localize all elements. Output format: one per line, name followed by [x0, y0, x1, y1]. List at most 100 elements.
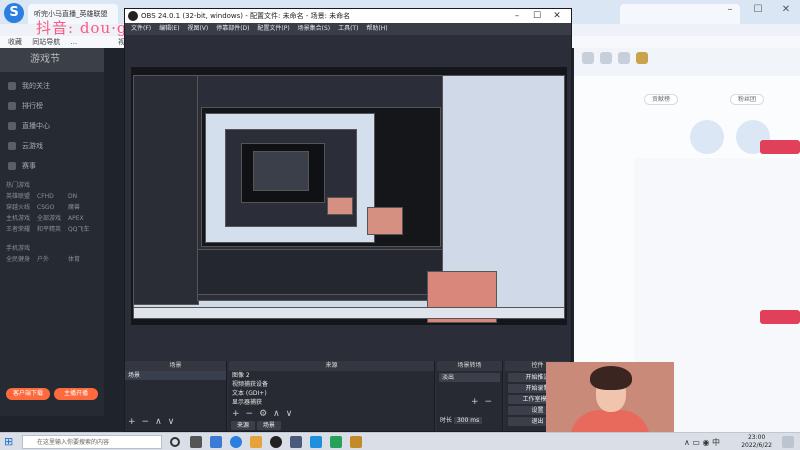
- source-item[interactable]: 文本 (GDI+): [229, 389, 434, 398]
- fans-button[interactable]: 粉丝团: [730, 94, 764, 105]
- down-icon[interactable]: ∨: [286, 409, 293, 419]
- scene-item[interactable]: 场景: [125, 371, 226, 380]
- clock-date: 2022/6/22: [741, 442, 772, 449]
- obs-app-icon[interactable]: [270, 436, 282, 448]
- share-icon[interactable]: [600, 52, 612, 64]
- sidebar-item-esports[interactable]: 赛事: [8, 160, 100, 172]
- room-toolbar: [574, 48, 800, 76]
- windows-taskbar: ⊞ 在这里输入你要搜索的内容 ∧ ▭ ◉ 中 23:00 2022/6/22: [0, 432, 800, 450]
- add-icon[interactable]: +: [232, 409, 240, 419]
- sidebar-item-cloud-game[interactable]: 云游戏: [8, 140, 100, 152]
- source-item[interactable]: 显示器捕获: [229, 398, 434, 407]
- source-item[interactable]: 图像 2: [229, 371, 434, 380]
- promo-badge[interactable]: [760, 310, 800, 324]
- crown-icon[interactable]: [636, 52, 648, 64]
- sidebar-item-center[interactable]: 直播中心: [8, 120, 100, 132]
- menu-file[interactable]: 文件(F): [131, 23, 151, 35]
- obs-preview[interactable]: [131, 67, 567, 325]
- minimize-icon[interactable]: –: [507, 9, 527, 23]
- up-icon[interactable]: ∧: [273, 409, 280, 419]
- cortana-icon[interactable]: [170, 437, 180, 447]
- duration-field[interactable]: 300 ms: [453, 417, 483, 424]
- windows-start-icon[interactable]: ⊞: [4, 436, 16, 448]
- promo-badge[interactable]: [760, 140, 800, 154]
- app-icon[interactable]: [330, 436, 342, 448]
- category-row: 英雄联盟 CFHD DN: [6, 193, 78, 200]
- app-icon[interactable]: [350, 436, 362, 448]
- chat-message: [638, 276, 788, 286]
- category-row: 穿越火线 CSGO 魔兽: [6, 204, 81, 211]
- chat-message: [638, 218, 788, 228]
- menu-view[interactable]: 视图(V): [187, 23, 208, 35]
- remove-icon[interactable]: −: [485, 397, 493, 407]
- gift-icon[interactable]: [618, 52, 630, 64]
- dock-tab-bar: 来源 场景: [231, 421, 281, 430]
- app-icon[interactable]: [310, 436, 322, 448]
- tray-icons[interactable]: ∧ ▭ ◉ 中: [684, 437, 720, 448]
- download-client-button[interactable]: 客户端下载: [6, 388, 50, 400]
- maximize-icon[interactable]: ☐: [527, 9, 547, 23]
- app-icon[interactable]: [290, 436, 302, 448]
- app-icon[interactable]: [250, 436, 262, 448]
- obs-logo-icon: [128, 11, 138, 21]
- source-item[interactable]: 视频捕获设备: [229, 380, 434, 389]
- menu-tools[interactable]: 工具(T): [338, 23, 358, 35]
- gift-badge-icon[interactable]: [690, 120, 724, 154]
- notification-icon[interactable]: [782, 436, 794, 448]
- heart-icon: [8, 82, 16, 90]
- add-icon[interactable]: +: [128, 417, 136, 427]
- sidebar-item-rank[interactable]: 排行榜: [8, 100, 100, 112]
- obs-window-controls: – ☐ ✕: [507, 9, 567, 23]
- category-row: 主机游戏 全部游戏 APEX: [6, 215, 84, 222]
- maximize-icon[interactable]: ☐: [744, 0, 772, 20]
- task-view-icon[interactable]: [190, 436, 202, 448]
- category-row: 手机游戏: [6, 245, 31, 252]
- menu-edit[interactable]: 编辑(E): [159, 23, 179, 35]
- remove-icon[interactable]: −: [246, 409, 254, 419]
- browser-window-controls: – ☐ ✕: [716, 0, 800, 20]
- close-icon[interactable]: ✕: [547, 9, 567, 23]
- up-icon[interactable]: ∧: [155, 417, 162, 427]
- category-row: 热门游戏: [6, 182, 31, 189]
- site-sidebar: 游戏节 我的关注 排行榜 直播中心 云游戏 赛事 热门游戏 英雄联盟 CFHD DN…: [0, 48, 104, 416]
- menu-scene-collection[interactable]: 场景集合(S): [298, 23, 331, 35]
- cup-icon: [8, 162, 16, 170]
- menu-profile[interactable]: 配置文件(P): [257, 23, 289, 35]
- star-icon[interactable]: [582, 52, 594, 64]
- sidebar-banner[interactable]: 游戏节: [0, 48, 104, 72]
- taskbar-search-input[interactable]: 在这里输入你要搜索的内容: [22, 435, 162, 449]
- add-icon[interactable]: +: [471, 397, 479, 407]
- captured-webcam-tiny: [327, 197, 353, 215]
- menu-docks[interactable]: 停靠部件(D): [216, 23, 249, 35]
- chat-message: [638, 186, 788, 196]
- obs-menubar: 文件(F) 编辑(E) 视图(V) 停靠部件(D) 配置文件(P) 场景集合(S…: [125, 23, 571, 35]
- transition-select[interactable]: 淡出: [439, 373, 500, 382]
- chat-message: [638, 300, 788, 310]
- transitions-header: 场景转场: [437, 361, 502, 371]
- sidebar-item-follow[interactable]: 我的关注: [8, 80, 100, 92]
- menu-help[interactable]: 帮助(H): [366, 23, 387, 35]
- down-icon[interactable]: ∨: [168, 417, 175, 427]
- clock-time: 23:00: [747, 434, 766, 441]
- captured-webcam-small: [367, 207, 403, 235]
- chat-message: [638, 198, 788, 208]
- tab-sources[interactable]: 来源: [231, 421, 255, 430]
- captured-taskbar: [133, 307, 565, 319]
- remove-icon[interactable]: −: [142, 417, 150, 427]
- tab-scenes[interactable]: 场景: [256, 421, 281, 430]
- chat-message: [638, 288, 788, 298]
- start-broadcast-button[interactable]: 主播开播: [54, 388, 98, 400]
- browser-app-icon[interactable]: [230, 436, 242, 448]
- close-icon[interactable]: ✕: [772, 0, 800, 20]
- app-icon[interactable]: [210, 436, 222, 448]
- chat-message: [638, 230, 788, 240]
- sources-dock: 来源 图像 2 视频捕获设备 文本 (GDI+) 显示器捕获 + − ⚙ ∧ ∨ 来源 …: [229, 361, 435, 431]
- bookmark-item[interactable]: 收藏: [8, 36, 22, 48]
- taskbar-clock[interactable]: 23:00 2022/6/22: [741, 434, 772, 450]
- minimize-icon[interactable]: –: [716, 0, 744, 20]
- transition-toolbar: + −: [471, 397, 498, 407]
- home-icon: [8, 122, 16, 130]
- gear-icon[interactable]: ⚙: [259, 409, 267, 419]
- sources-header: 来源: [229, 361, 434, 371]
- rank-button[interactable]: 贡献榜: [644, 94, 678, 105]
